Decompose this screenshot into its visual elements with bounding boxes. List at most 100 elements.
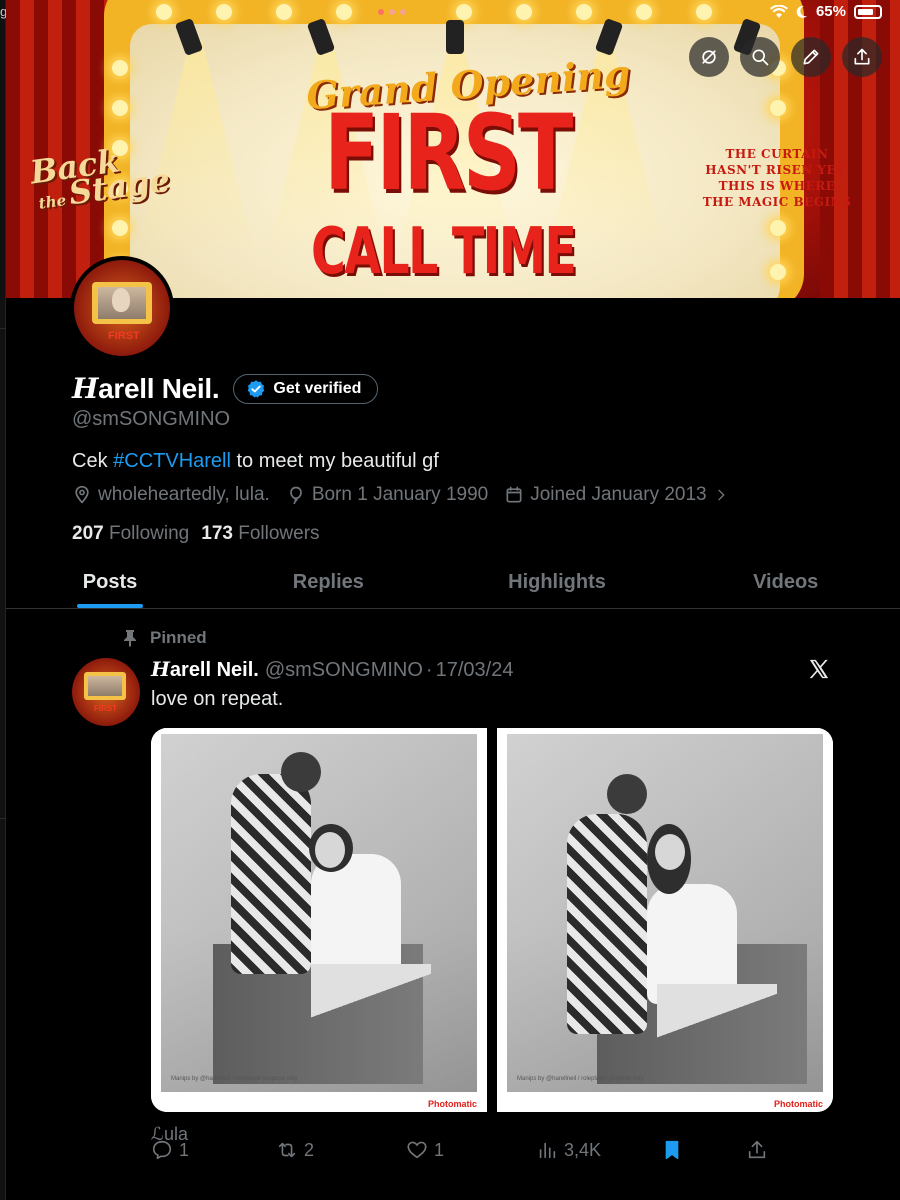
joined-text: Joined January 2013 xyxy=(530,484,707,505)
search-icon xyxy=(752,49,769,66)
photo-person-female-face xyxy=(315,832,345,868)
share-button[interactable] xyxy=(842,37,882,77)
calendar-icon xyxy=(506,486,522,503)
heart-icon xyxy=(407,1141,427,1159)
bulb xyxy=(770,100,786,116)
views-button[interactable]: 3,4K xyxy=(536,1139,601,1161)
profile-avatar[interactable]: FIRST xyxy=(70,256,174,360)
pin-icon xyxy=(124,630,136,647)
grok-icon xyxy=(702,50,716,64)
get-verified-button[interactable]: Get verified xyxy=(233,373,379,404)
edit-icon xyxy=(803,49,819,65)
reply-count: 1 xyxy=(179,1139,190,1160)
location-pin-icon xyxy=(75,485,89,504)
post-author-avatar[interactable]: FIRST xyxy=(72,658,140,726)
battery-icon xyxy=(854,4,882,19)
profile-meta: wholeheartedly, lula. Born 1 January 199… xyxy=(72,484,745,506)
post-media[interactable]: Manips by @harellneil / roleplayer purpo… xyxy=(151,728,833,1112)
following-link[interactable]: 207 Following xyxy=(72,523,189,545)
banner-first: FIRST xyxy=(324,92,573,214)
avatar-caption: FIRST xyxy=(108,330,140,342)
header-actions xyxy=(689,37,882,77)
birthday-text: Born 1 January 1990 xyxy=(311,484,489,505)
avatar-caption: FIRST xyxy=(94,704,118,713)
banner-call-time: CALL TIME xyxy=(311,215,577,289)
photo-legs xyxy=(311,964,431,1054)
share-icon xyxy=(854,48,870,65)
reply-button[interactable]: 1 xyxy=(151,1139,189,1161)
post-author-handle[interactable]: @smSONGMINO xyxy=(265,659,423,682)
tab-highlights[interactable]: Highlights xyxy=(443,556,672,608)
repost-count: 2 xyxy=(304,1139,315,1160)
display-name-rest: arell Neil. xyxy=(98,373,220,404)
profile-bio: Cek #CCTVHarell to meet my beautiful gf xyxy=(72,450,439,473)
wifi-icon xyxy=(769,4,788,18)
repost-button[interactable]: 2 xyxy=(276,1139,314,1161)
display-name-initial: H xyxy=(72,372,99,405)
tab-videos[interactable]: Videos xyxy=(671,556,900,608)
profile-tabs: Posts Replies Highlights Videos xyxy=(6,556,900,609)
location-item: wholeheartedly, lula. xyxy=(72,484,270,506)
bio-prefix: Cek xyxy=(72,450,114,472)
search-button[interactable] xyxy=(740,37,780,77)
repost-icon xyxy=(278,1142,296,1158)
bookmark-icon xyxy=(665,1140,679,1160)
chevron-right-icon xyxy=(717,489,724,501)
pinned-indicator: Pinned xyxy=(122,628,207,648)
followers-count: 173 xyxy=(201,523,233,544)
moon-icon xyxy=(796,5,807,18)
edit-button[interactable] xyxy=(791,37,831,77)
follow-stats: 207 Following 173 Followers xyxy=(72,523,320,545)
multitask-dots-icon[interactable] xyxy=(378,9,406,15)
post-photo-1[interactable]: Manips by @harellneil / roleplayer purpo… xyxy=(151,728,497,1112)
like-count: 1 xyxy=(434,1139,445,1160)
photo-credit: Manips by @harellneil / roleplayer purpo… xyxy=(517,1076,644,1082)
profile-screen: Grand Opening FIRST CALL TIME Back theSt… xyxy=(6,0,900,1200)
battery-percent: 65% xyxy=(815,3,846,20)
following-label: Following xyxy=(108,523,190,544)
bio-suffix: to meet my beautiful gf xyxy=(230,450,439,472)
post-date[interactable]: 17/03/24 xyxy=(436,659,514,682)
photo-image: Manips by @harellneil / roleplayer purpo… xyxy=(161,734,477,1092)
banner-logo-the: the xyxy=(37,191,68,213)
photo-brand: Photomatic xyxy=(427,1099,477,1109)
verified-badge-icon xyxy=(248,379,265,398)
views-chart-icon xyxy=(539,1142,556,1159)
post-author-initial: H xyxy=(151,657,170,681)
share-post-button[interactable] xyxy=(746,1139,768,1161)
bio-hashtag-link[interactable]: #CCTVHarell xyxy=(113,450,231,472)
joined-item[interactable]: Joined January 2013 xyxy=(504,484,728,506)
tab-posts[interactable]: Posts xyxy=(6,556,214,608)
status-bar: 65% xyxy=(6,0,900,26)
pinned-label: Pinned xyxy=(150,628,207,647)
name-row: Harell Neil. Get verified xyxy=(72,372,379,405)
like-button[interactable]: 1 xyxy=(406,1139,444,1161)
share-icon xyxy=(748,1140,766,1159)
location-text: wholeheartedly, lula. xyxy=(98,484,270,505)
avatar-photo xyxy=(88,676,122,696)
post-author-name[interactable]: Harell Neil. xyxy=(151,657,259,682)
photo-person-male-head xyxy=(281,752,321,792)
photo-person-female xyxy=(311,854,401,974)
photo-person-male-head xyxy=(607,774,647,814)
photo-image: Manips by @harellneil / roleplayer purpo… xyxy=(507,734,823,1092)
post-separator: · xyxy=(425,659,433,681)
photo-legs xyxy=(657,984,777,1074)
profile-handle: @smSONGMINO xyxy=(72,408,231,430)
photo-person-male xyxy=(231,774,311,974)
followers-link[interactable]: 173 Followers xyxy=(201,523,319,545)
post-header: Harell Neil. @smSONGMINO · 17/03/24 xyxy=(151,657,513,682)
views-count: 3,4K xyxy=(564,1139,602,1160)
photo-brand: Photomatic xyxy=(773,1099,823,1109)
birthday-item: Born 1 January 1990 xyxy=(286,484,488,506)
post-photo-2[interactable]: Manips by @harellneil / roleplayer purpo… xyxy=(497,728,833,1112)
bookmark-button[interactable] xyxy=(661,1139,683,1161)
get-verified-label: Get verified xyxy=(273,379,362,397)
bulb xyxy=(112,220,128,236)
x-logo-icon[interactable] xyxy=(808,658,830,687)
tab-replies[interactable]: Replies xyxy=(214,556,443,608)
bulb xyxy=(112,100,128,116)
bulb xyxy=(770,264,786,280)
post-text: love on repeat. xyxy=(151,688,284,710)
grok-button[interactable] xyxy=(689,37,729,77)
